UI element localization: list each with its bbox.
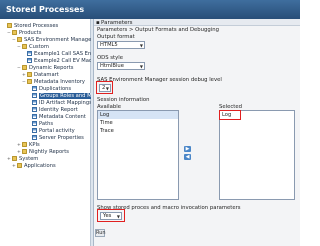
highlight-box [96, 81, 113, 94]
tree-item-label: Datamart [34, 72, 59, 78]
folder-icon [12, 30, 17, 35]
tree-item[interactable]: Duplications [27, 86, 71, 93]
available-listbox[interactable]: Log Time Trace [97, 110, 179, 200]
tree-item-label: Duplications [39, 86, 72, 92]
tree-item[interactable]: − Dynamic Reports [17, 65, 73, 72]
tree-item-label: System [19, 156, 39, 162]
selected-listbox[interactable]: Log [219, 110, 295, 200]
stored-process-icon [32, 128, 37, 133]
stored-process-icon [32, 114, 37, 119]
add-arrow-button[interactable]: ▶ [184, 146, 191, 152]
chevron-down-icon: ▼ [139, 64, 143, 69]
stored-process-icon [32, 121, 37, 126]
stored-process-icon [32, 93, 37, 98]
parameters-section-header[interactable]: ▪Parameters [94, 19, 300, 26]
tree-item-label: Stored Processes [14, 23, 59, 29]
tree-item[interactable]: Groups Roles and Mem [27, 93, 101, 100]
tree-item[interactable]: + KPIs [17, 142, 40, 149]
window-title: Stored Processes [0, 0, 300, 19]
parameters-section-title: Parameters [101, 20, 133, 26]
session-info-label: Session information [97, 97, 150, 103]
tree-item-label: Paths [39, 121, 54, 127]
folder-icon [22, 44, 27, 49]
tree-item[interactable]: Paths [27, 121, 53, 128]
tree-item-label: Nightly Reports [29, 149, 69, 155]
stored-process-icon [32, 135, 37, 140]
tree-item[interactable]: + Datamart [22, 72, 59, 79]
tree-item[interactable]: Portal activity [27, 128, 75, 135]
tree-item[interactable]: + System [7, 156, 38, 163]
folder-icon [17, 37, 22, 42]
output-format-select[interactable]: HTML5 ▼ [97, 41, 145, 49]
folder-icon [22, 65, 27, 70]
folder-icon [22, 142, 27, 147]
stored-process-icon [27, 51, 32, 56]
parameters-subtitle: Parameters > Output Formats and Debuggin… [97, 27, 219, 33]
stored-process-icon [27, 58, 32, 63]
folder-icon [7, 23, 12, 28]
ods-style-value: HtmlBlue [100, 63, 124, 69]
tree-item[interactable]: Metadata Content [27, 114, 86, 121]
remove-arrow-button[interactable]: ◀ [184, 154, 191, 160]
chevron-down-icon: ▼ [139, 43, 143, 48]
tree-item-label: Portal activity [39, 128, 75, 134]
folder-icon [27, 79, 32, 84]
tree-item-label: Metadata Inventory [34, 79, 85, 85]
folder-icon [27, 72, 32, 77]
tree-item-label: Server Properties [39, 135, 84, 141]
tree-item[interactable]: − Products [7, 30, 41, 37]
tree-item-label: Products [19, 30, 42, 36]
output-format-value: HTML5 [100, 42, 118, 48]
highlight-box [219, 110, 241, 120]
tree-item-label: Dynamic Reports [29, 65, 74, 71]
tree-item[interactable]: − SAS Environment Manager [12, 37, 93, 44]
stored-process-icon [32, 86, 37, 91]
folder-icon [12, 156, 17, 161]
tree-item[interactable]: + Applications [12, 163, 56, 170]
tree-item[interactable]: − Metadata Inventory [22, 79, 85, 86]
tree-item[interactable]: Stored Processes [2, 23, 58, 30]
tree-item[interactable]: + Nightly Reports [17, 149, 69, 156]
tree-panel: Stored Processes − Products − SAS Environmen… [0, 19, 105, 246]
ods-style-label: ODS style [97, 55, 123, 61]
tree-item-label: Applications [24, 163, 56, 169]
folder-icon [22, 149, 27, 154]
stored-process-icon [32, 107, 37, 112]
list-item[interactable]: Log [98, 111, 178, 119]
ods-style-select[interactable]: HtmlBlue ▼ [97, 62, 145, 70]
output-format-label: Output format [97, 34, 135, 40]
tree-item[interactable]: Server Properties [27, 135, 84, 142]
tree-item-label: KPIs [29, 142, 40, 148]
highlight-box [97, 209, 125, 222]
tree-item-label: SAS Environment Manager [24, 37, 94, 43]
run-button[interactable]: Run [95, 229, 106, 237]
list-item[interactable]: Time [98, 119, 178, 127]
tree-item[interactable]: Identity Report [27, 107, 78, 114]
list-item[interactable]: Trace [98, 127, 178, 135]
tree-item-label: Custom [29, 44, 49, 50]
folder-icon [17, 163, 22, 168]
tree-item-label: Identity Report [39, 107, 78, 113]
debug-level-label: SAS Environment Manager session debug le… [97, 77, 222, 83]
tree-item[interactable]: − Custom [17, 44, 49, 51]
stored-process-icon [32, 100, 37, 105]
tree-item-label: Metadata Content [39, 114, 86, 120]
